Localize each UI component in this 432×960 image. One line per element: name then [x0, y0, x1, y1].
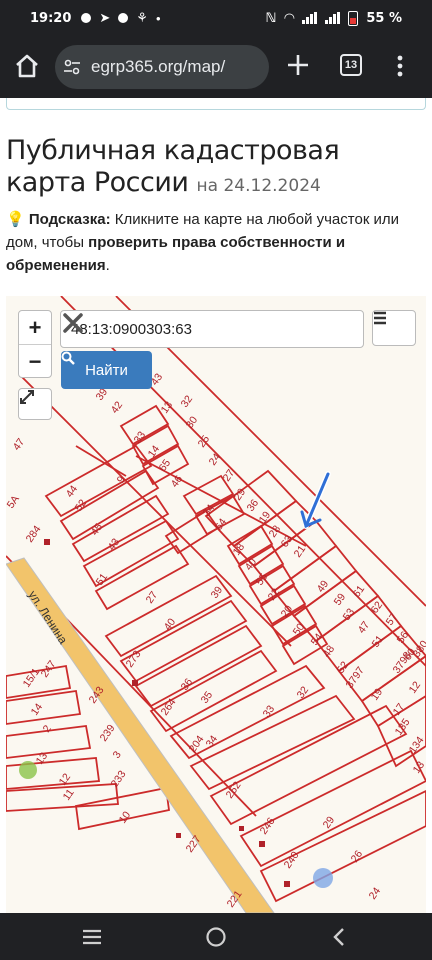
parcel-number: 239	[98, 722, 118, 743]
parcel-number: 10	[117, 809, 134, 826]
address-bar[interactable]: egrp365.org/map/	[55, 45, 269, 89]
notification-icons: ➤ ⚘ •	[81, 10, 161, 26]
parcel-number: 59	[332, 591, 349, 608]
location-arrow-icon	[300, 471, 331, 529]
parcel-number: 233	[109, 768, 129, 789]
telegram-icon: ➤	[99, 10, 111, 25]
parcel-number: 34	[204, 733, 221, 750]
parcel-number: 45	[89, 521, 106, 538]
parcel-number: 43	[106, 536, 123, 553]
date-prefix: на	[196, 176, 219, 196]
hint-text-2: .	[105, 257, 110, 274]
parcel-number: 36	[245, 497, 262, 514]
wifi-icon: ◠	[284, 10, 295, 26]
parcel-number: 24	[207, 451, 224, 468]
parcel-number: 47	[356, 619, 373, 636]
parcel-number: 252	[224, 779, 244, 800]
parcel-number: 52	[73, 497, 90, 514]
parcel-number: 19	[257, 509, 274, 526]
status-right: ℕ ◠ 55 %	[265, 0, 402, 36]
site-settings-icon[interactable]	[63, 58, 81, 76]
battery-icon	[348, 10, 359, 26]
parcel-number: 13	[411, 759, 426, 776]
clear-icon[interactable]	[61, 311, 85, 335]
hint-text: 💡 Подсказка: Кликните на карте на любой …	[6, 208, 428, 277]
parcel-number: 32	[295, 684, 312, 701]
parcel-number: 47	[11, 436, 28, 453]
parcel-number: 3	[111, 749, 124, 761]
parcel-number: 26	[349, 848, 366, 865]
parcel-number: 52	[335, 659, 352, 676]
parcel-number: 19	[369, 686, 386, 703]
parcel-number: 30	[184, 414, 201, 431]
menu-icon	[374, 311, 386, 325]
recent-apps-icon[interactable]	[82, 929, 102, 945]
hint-label: Подсказка:	[28, 211, 111, 228]
parcel-number: 12	[407, 679, 424, 696]
fullscreen-button[interactable]	[18, 388, 52, 420]
parcel-number: 2	[41, 723, 54, 735]
cadastral-search-input[interactable]: 48:13:0900303:63	[60, 310, 364, 348]
zoom-in-button[interactable]: +	[19, 311, 51, 345]
more-menu-icon[interactable]	[396, 54, 404, 78]
url-text: egrp365.org/map/	[91, 57, 226, 76]
chat-icon	[81, 13, 92, 23]
layers-menu-button[interactable]	[372, 310, 416, 346]
signal-2-icon	[325, 12, 341, 24]
parcel-number: 32	[179, 393, 196, 410]
more-notifications-icon: •	[155, 10, 161, 26]
parcel-number: 49	[315, 578, 332, 595]
parcel-number: 11	[61, 787, 77, 803]
parcel-number: 61	[351, 583, 368, 600]
parcel-number: 15/1	[21, 666, 43, 690]
top-panel-edge	[6, 98, 426, 110]
block-icon	[118, 13, 129, 23]
parcel-number: 46	[169, 473, 186, 490]
tab-switcher-button[interactable]: 13	[340, 54, 362, 76]
zoom-out-button[interactable]: −	[19, 345, 51, 378]
parcel-number: 56	[395, 629, 412, 646]
status-bar: 19:20 ➤ ⚘ • ℕ ◠ 55 %	[0, 0, 432, 36]
parcel-number: 204	[187, 733, 207, 754]
cadastral-map[interactable]: ул. Ленина 39 43 32 13 30 25 24 27 29 36 19 28 63 21 4…	[6, 296, 426, 913]
date-value: 24.12.2024	[223, 176, 321, 196]
parcel-number: 35	[199, 689, 216, 706]
search-value: 48:13:0900303:63	[71, 320, 192, 338]
parcel-number: 50	[291, 621, 308, 638]
home-circle-icon[interactable]	[205, 926, 227, 948]
parcel-number: 29	[232, 486, 249, 503]
parcel-number: 27	[144, 589, 161, 606]
app-icon: ⚘	[136, 10, 148, 25]
home-icon[interactable]	[14, 53, 40, 79]
expand-icon	[20, 390, 34, 404]
parcel-number: 39	[209, 584, 226, 601]
parcel-number: 273	[124, 648, 144, 669]
lightbulb-icon: 💡	[6, 211, 25, 228]
back-icon[interactable]	[332, 927, 346, 947]
parcel-number: 54	[309, 631, 326, 648]
search-icon	[61, 351, 75, 365]
find-button[interactable]: Найти	[61, 351, 152, 389]
parcel-number: 20	[279, 603, 296, 620]
parcel-number: 27	[221, 467, 238, 484]
system-nav-bar	[0, 913, 432, 960]
page-title: Публичная кадастровая карта России на 24…	[6, 135, 426, 202]
browser-toolbar: egrp365.org/map/ 13	[0, 36, 432, 98]
signal-icon	[302, 12, 318, 24]
nfc-icon: ℕ	[265, 10, 277, 26]
parcel-number: 33	[261, 703, 278, 720]
parcel-number: 5A	[6, 493, 22, 510]
parcel-number: 65	[157, 457, 174, 474]
battery-percent: 55 %	[366, 10, 402, 26]
parcel-number: 284	[24, 523, 44, 544]
parcel-number: 247	[39, 658, 59, 679]
zoom-control: + −	[18, 310, 52, 378]
find-label: Найти	[85, 361, 128, 379]
new-tab-icon[interactable]	[284, 51, 312, 79]
parcel-number: 24	[367, 885, 384, 902]
parcel-number: 42	[109, 399, 126, 416]
status-time: 19:20	[30, 10, 72, 26]
parcel-number: 14	[29, 701, 46, 718]
